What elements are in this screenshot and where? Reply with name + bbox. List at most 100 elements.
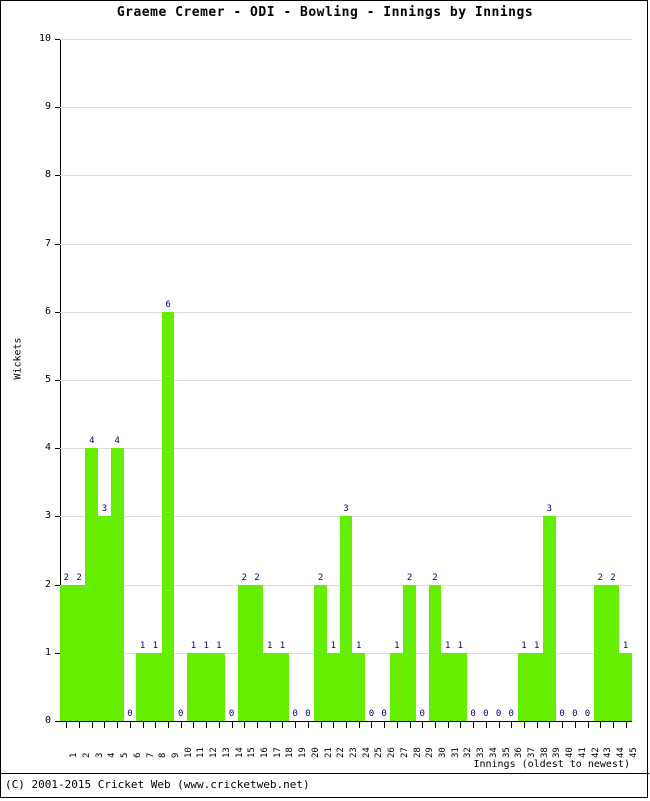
bar-slot[interactable]: 1 [619, 39, 632, 721]
bar-slot[interactable]: 0 [378, 39, 391, 721]
bar-slot[interactable]: 3 [543, 39, 556, 721]
bar-slot[interactable]: 0 [365, 39, 378, 721]
bar-slot[interactable]: 2 [314, 39, 327, 721]
bar-slot[interactable]: 1 [441, 39, 455, 721]
bar[interactable] [98, 516, 111, 721]
bar-slot[interactable]: 1 [212, 39, 226, 721]
bar[interactable] [403, 584, 416, 721]
footer-divider [1, 773, 649, 774]
bar-slot[interactable]: 1 [148, 39, 162, 721]
bar-slot[interactable]: 0 [174, 39, 187, 721]
bar-slot[interactable]: 1 [530, 39, 543, 721]
bar[interactable] [250, 584, 264, 721]
bar-slot[interactable]: 1 [187, 39, 200, 721]
bar-slot[interactable]: 2 [60, 39, 73, 721]
bar-value-label: 1 [533, 640, 540, 651]
bar-slot[interactable]: 0 [416, 39, 429, 721]
bar[interactable] [441, 652, 455, 721]
bar[interactable] [428, 584, 442, 721]
bar-value-label: 2 [241, 572, 248, 583]
x-tick-label: 43 [603, 747, 614, 758]
x-tick-label: 33 [476, 747, 487, 758]
bar-slot[interactable]: 4 [85, 39, 99, 721]
bar-slot[interactable]: 1 [263, 39, 277, 721]
bar-slot[interactable]: 1 [136, 39, 149, 721]
x-tick-label: 7 [145, 752, 156, 758]
bar-value-label: 1 [355, 640, 362, 651]
bar[interactable] [276, 652, 289, 721]
bar[interactable] [199, 652, 213, 721]
bar[interactable] [161, 311, 175, 721]
bar-slot[interactable]: 0 [225, 39, 238, 721]
bar-slot[interactable]: 6 [161, 39, 175, 721]
bar[interactable] [543, 516, 556, 721]
bar-slot[interactable]: 1 [326, 39, 340, 721]
bar[interactable] [339, 516, 353, 721]
bar[interactable] [110, 448, 124, 721]
bar-slot[interactable]: 1 [276, 39, 289, 721]
bar-slot[interactable]: 1 [454, 39, 467, 721]
bar[interactable] [148, 652, 162, 721]
bar-value-label: 6 [165, 299, 171, 310]
bar-value-label: 1 [216, 640, 222, 651]
bar[interactable] [85, 448, 99, 721]
bar[interactable] [606, 584, 620, 721]
bar-slot[interactable]: 0 [302, 39, 315, 721]
bar-slot[interactable]: 0 [505, 39, 518, 721]
bar[interactable] [212, 652, 226, 721]
bar-slot[interactable]: 2 [250, 39, 264, 721]
bar-value-label: 1 [330, 640, 336, 651]
bar-slot[interactable]: 2 [428, 39, 442, 721]
bar-value-label: 1 [267, 640, 273, 651]
y-tick-label: 0 [44, 715, 51, 726]
bar[interactable] [530, 652, 543, 721]
y-axis-title: Wickets [12, 337, 24, 380]
bar-slot[interactable]: 0 [479, 39, 492, 721]
bar-slot[interactable]: 2 [237, 39, 251, 721]
y-tick-label: 2 [44, 578, 51, 590]
bar[interactable] [593, 584, 607, 721]
bar-slot[interactable]: 0 [492, 39, 505, 721]
bar-slot[interactable]: 1 [390, 39, 404, 721]
bar[interactable] [619, 652, 632, 721]
bar-series: 2243401160111022110021310012021100001130… [60, 39, 632, 721]
bar-slot[interactable]: 3 [98, 39, 111, 721]
bar[interactable] [60, 584, 73, 721]
bar-slot[interactable]: 0 [568, 39, 581, 721]
bar-slot[interactable]: 2 [606, 39, 620, 721]
bar-slot[interactable]: 4 [110, 39, 124, 721]
bar-value-label: 2 [597, 572, 603, 583]
bar-slot[interactable]: 2 [593, 39, 607, 721]
bar-value-label: 0 [419, 709, 425, 719]
bar-slot[interactable]: 0 [556, 39, 569, 721]
bar[interactable] [72, 584, 86, 721]
bar[interactable] [326, 652, 340, 721]
bar[interactable] [352, 652, 366, 721]
x-tick-label: 39 [552, 747, 563, 758]
bar[interactable] [263, 652, 277, 721]
bar[interactable] [237, 584, 251, 721]
bar-slot[interactable]: 0 [467, 39, 480, 721]
bar[interactable] [187, 652, 200, 721]
bar-value-label: 3 [546, 504, 553, 515]
bar-slot[interactable]: 0 [581, 39, 594, 721]
y-tick-label: 6 [44, 305, 51, 317]
x-tick-label: 36 [514, 747, 525, 758]
bar-slot[interactable]: 1 [352, 39, 366, 721]
bar[interactable] [454, 652, 467, 721]
bar-slot[interactable]: 1 [199, 39, 213, 721]
x-tick-label: 16 [260, 747, 271, 758]
bar-slot[interactable]: 0 [124, 39, 137, 721]
x-tick-label: 25 [374, 747, 385, 758]
bar-slot[interactable]: 0 [289, 39, 302, 721]
bar-slot[interactable]: 2 [403, 39, 416, 721]
bar-slot[interactable]: 1 [517, 39, 531, 721]
x-tick-label: 31 [450, 747, 461, 758]
bar-slot[interactable]: 3 [339, 39, 353, 721]
bar-slot[interactable]: 2 [72, 39, 86, 721]
bar[interactable] [136, 652, 149, 721]
bar[interactable] [517, 652, 531, 721]
bar[interactable] [390, 652, 404, 721]
y-tick-label: 1 [44, 646, 51, 658]
bar[interactable] [314, 584, 327, 721]
